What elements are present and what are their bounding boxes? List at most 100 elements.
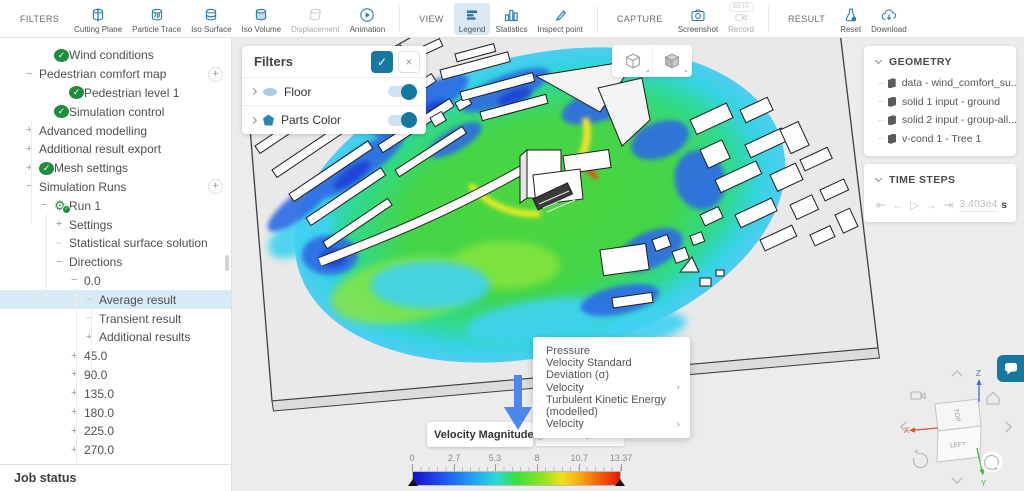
camera-icon[interactable] [911,392,925,399]
last-step-button[interactable]: ⇥ [943,199,953,211]
legend-max-handle[interactable] [615,479,625,486]
tree-status-icon [54,199,69,212]
statistics-button[interactable]: Statistics [490,3,532,35]
tree-expander-icon[interactable] [56,219,69,230]
rotate-ccw-icon[interactable] [914,454,928,468]
tree-expander-icon[interactable] [71,369,84,380]
solid-cube-button[interactable] [652,47,690,75]
chat-button[interactable] [997,355,1024,382]
cutting-plane-button[interactable]: Cutting Plane [69,3,127,35]
particle-trace-button[interactable]: Particle Trace [127,3,186,35]
tree-item[interactable]: 45.0 [0,347,231,366]
tree-expander-icon[interactable] [71,275,84,286]
tree-expander-icon[interactable] [86,313,99,324]
menu-item[interactable]: Turbulent Kinetic Energy (modelled) [533,397,690,415]
tree-expander-icon[interactable] [56,257,69,268]
tree-item[interactable]: Simulation Runs + [0,178,231,197]
sidebar-scrollbar[interactable] [225,255,229,271]
tree-item[interactable]: Settings [0,215,231,234]
filters-close-button[interactable]: × [398,51,420,73]
tree-item[interactable]: Simulation control [0,102,231,121]
tree-item[interactable]: Advanced modelling [0,121,231,140]
tree-item[interactable]: 270.0 [0,441,231,460]
tree-item[interactable]: Pedestrian comfort map + [0,65,231,84]
wireframe-cube-button[interactable] [614,47,652,75]
tree-item[interactable]: Transient result [0,309,231,328]
time-step-value-input[interactable]: 3.403e4 [959,198,997,212]
filter-toggle[interactable] [388,115,416,126]
tree-item[interactable]: 90.0 [0,366,231,385]
tree-item[interactable]: Pedestrian level 1 [0,84,231,103]
filter-toggle[interactable] [388,86,416,97]
filter-row[interactable]: Parts Color [242,106,426,134]
legend-tick-label: 5.3 [489,453,502,463]
tree-item[interactable]: Average result [0,290,231,309]
home-icon[interactable] [987,393,999,405]
view-cube[interactable]: TOP LEFT [935,399,981,462]
tree-item[interactable]: 225.0 [0,422,231,441]
geometry-item[interactable]: – data - wind_comfort_su... [864,74,1016,93]
tree-expander-icon[interactable] [71,445,84,456]
legend-min-handle[interactable] [408,479,418,486]
filter-row[interactable]: Floor [242,78,426,106]
tree-expander-icon[interactable] [71,407,84,418]
3d-viewport[interactable]: Filters ✓ × Floor Parts Color [232,38,1024,491]
add-button[interactable]: + [208,67,223,82]
chevron-right-icon[interactable] [250,88,257,95]
tree-expander-icon[interactable] [26,144,39,155]
tree-connector: – [878,115,888,126]
download-button[interactable]: Download [866,3,912,35]
tree-expander-icon[interactable] [26,163,39,174]
tree-item[interactable]: Directions [0,253,231,272]
previous-step-button[interactable]: ← [892,199,904,211]
filters-confirm-button[interactable]: ✓ [371,51,393,73]
menu-item[interactable]: Velocity Standard Deviation (σ) [533,360,690,378]
rotate-right-chevron[interactable] [1006,422,1011,432]
filters-panel-title: Filters [254,54,371,69]
tree-expander-icon[interactable] [71,426,84,437]
screenshot-button[interactable]: Screenshot [673,3,723,35]
tree-expander-icon[interactable] [86,332,99,343]
iso-surface-button[interactable]: Iso Surface [186,3,236,35]
tree-guide-line [31,120,32,224]
cube-face-left-label[interactable]: LEFT [950,441,966,449]
geometry-item[interactable]: – v-cond 1 - Tree 1 [864,130,1016,149]
rotate-up-chevron[interactable] [952,371,962,376]
tree-item[interactable]: Mesh settings [0,159,231,178]
iso-volume-button[interactable]: Iso Volume [237,3,287,35]
inspect-point-button[interactable]: Inspect point [533,3,588,35]
job-status-bar[interactable]: Job status [0,464,231,491]
tree-item[interactable]: Statistical surface solution [0,234,231,253]
play-button[interactable]: ▷ [910,199,919,211]
animation-button[interactable]: Animation [345,3,391,35]
chevron-right-icon[interactable] [250,116,257,123]
tree-expander-icon[interactable] [26,181,39,192]
tree-item[interactable]: Wind conditions [0,46,231,65]
solid-icon [888,97,896,107]
tree-expander-icon[interactable] [71,388,84,399]
first-step-button[interactable]: ⇤ [876,199,886,211]
rotate-down-chevron[interactable] [952,478,962,483]
tree-item[interactable]: Run 1 [0,196,231,215]
tree-expander-icon[interactable] [71,351,84,362]
tree-item[interactable]: 135.0 [0,384,231,403]
tree-expander-icon[interactable] [86,294,99,305]
reset-button[interactable]: Reset [835,3,866,35]
legend-colorbar[interactable] [412,471,621,486]
tree-expander-icon[interactable] [41,200,54,211]
geometry-header[interactable]: GEOMETRY [864,54,1016,74]
legend-major-tick [579,464,580,471]
tree-expander-icon[interactable] [56,238,69,249]
geometry-item[interactable]: – solid 2 input - group-all... [864,111,1016,130]
add-button[interactable]: + [208,179,223,194]
geometry-item[interactable]: – solid 1 input - ground [864,93,1016,112]
tree-item[interactable]: Additional results [0,328,231,347]
tree-item[interactable]: Additional result export [0,140,231,159]
tree-item[interactable]: 180.0 [0,403,231,422]
legend-button[interactable]: Legend [454,3,491,35]
time-steps-header[interactable]: TIME STEPS [864,172,1016,192]
tree-expander-icon[interactable] [26,69,39,80]
tree-item[interactable]: 0.0 [0,272,231,291]
tree-expander-icon[interactable] [26,125,39,136]
next-step-button[interactable]: → [925,199,937,211]
